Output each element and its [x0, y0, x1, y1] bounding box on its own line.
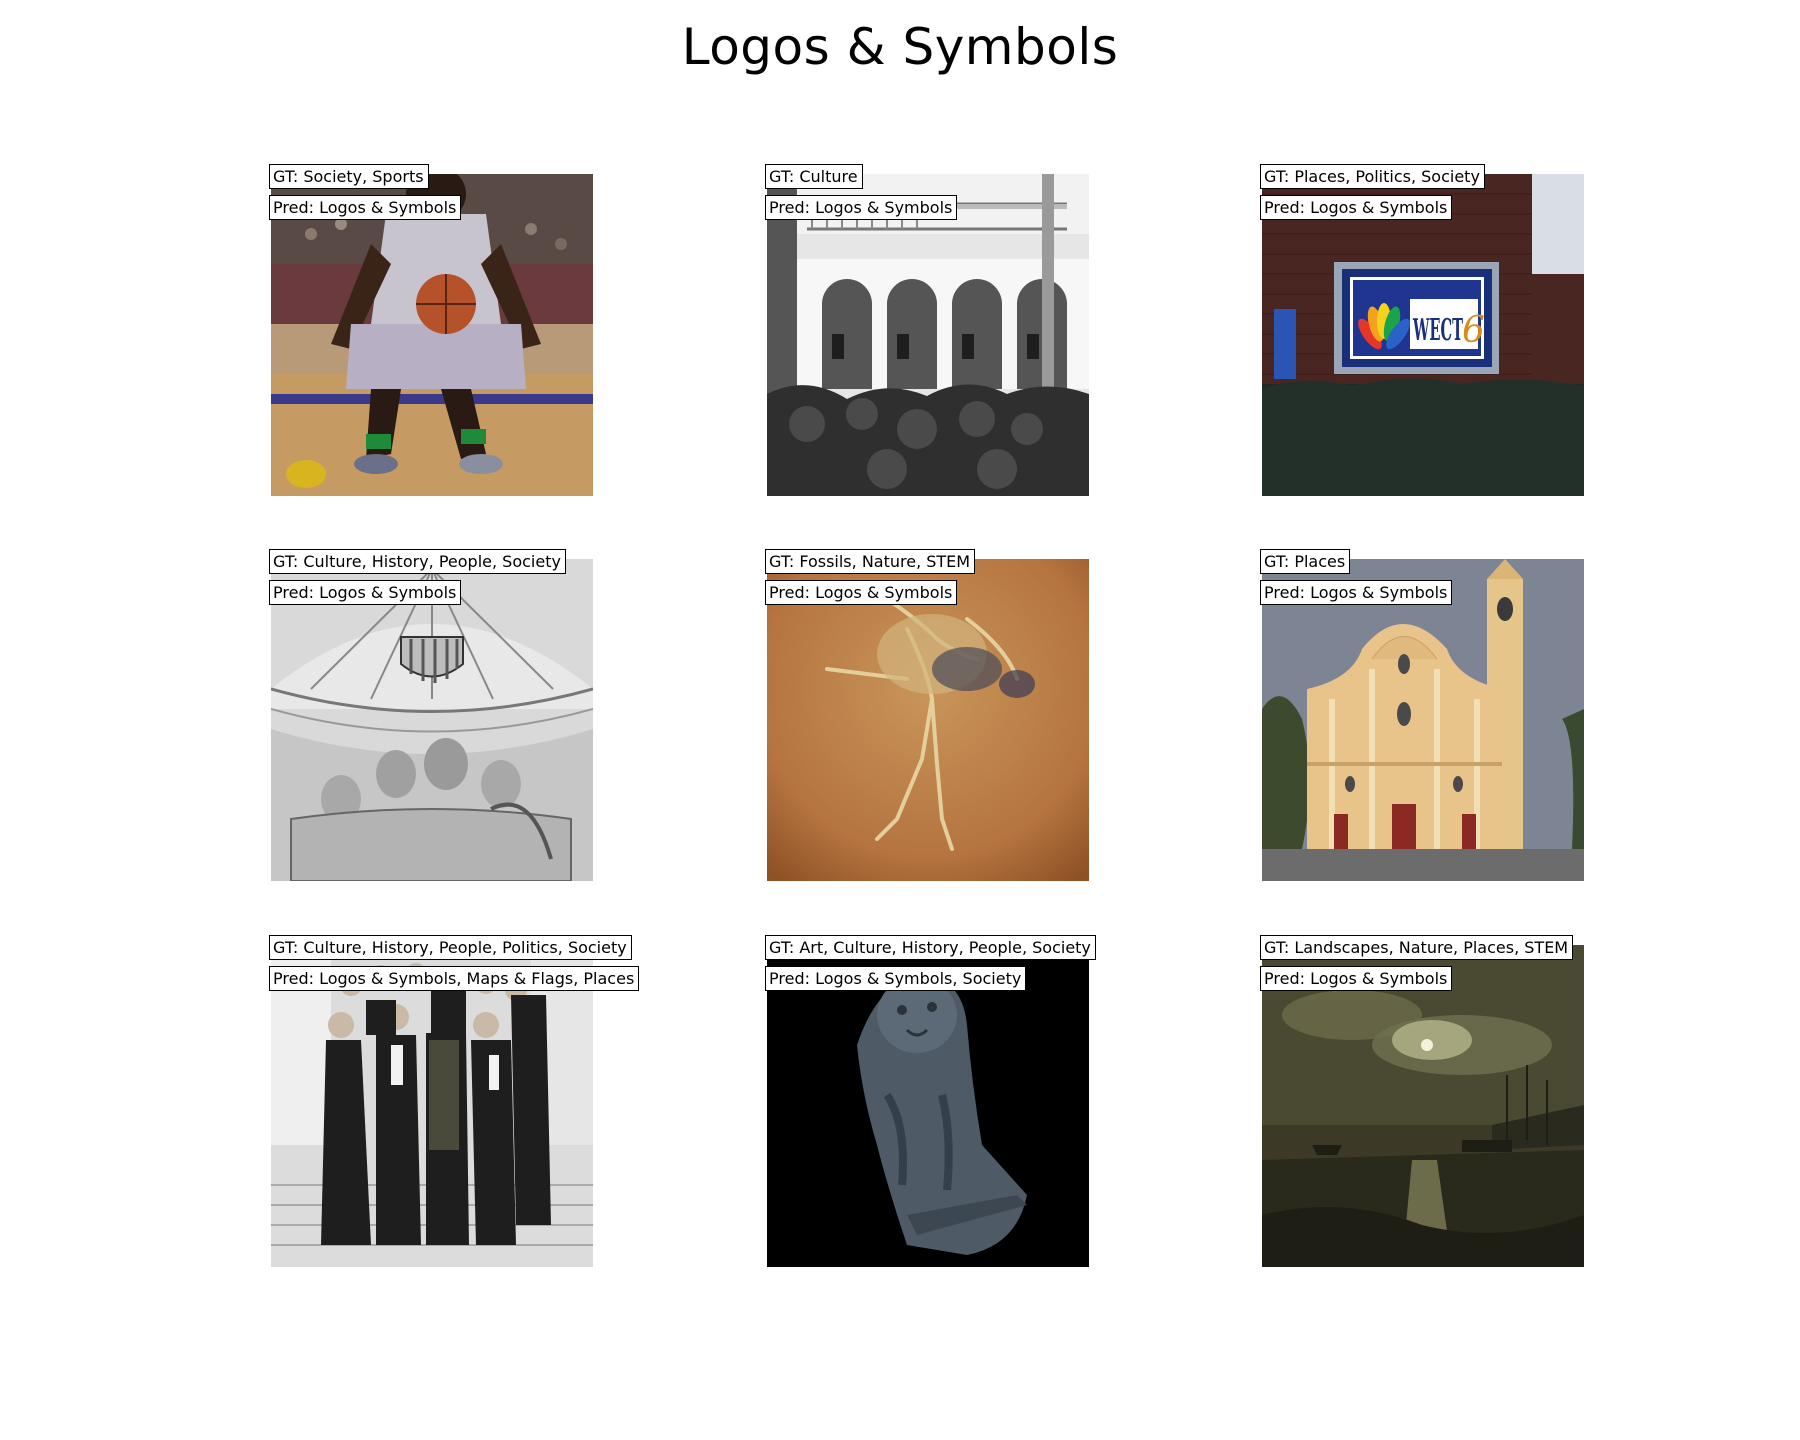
group-photo-image — [271, 945, 593, 1267]
gt-label: GT: Culture — [765, 164, 863, 189]
grid-cell: WECT 6 GT: Places, Politics, Society Pre… — [1260, 164, 1584, 496]
pred-label: Pred: Logos & Symbols — [1260, 195, 1453, 220]
gt-label: GT: Culture, History, People, Politics, … — [269, 935, 632, 960]
gt-label: GT: Art, Culture, History, People, Socie… — [765, 935, 1096, 960]
lion-statuette-image — [767, 945, 1089, 1267]
gt-label: GT: Society, Sports — [269, 164, 429, 189]
grid-cell: GT: Culture, History, People, Politics, … — [269, 935, 640, 1267]
grid-cell: GT: Culture Pred: Logos & Symbols — [765, 164, 1089, 496]
grid-cell: GT: Art, Culture, History, People, Socie… — [765, 935, 1096, 1267]
bird-fossil-image — [767, 559, 1089, 881]
grid-cell: GT: Landscapes, Nature, Places, STEM Pre… — [1260, 935, 1584, 1267]
pred-label: Pred: Logos & Symbols, Maps & Flags, Pla… — [269, 966, 640, 991]
pred-label: Pred: Logos & Symbols — [269, 580, 462, 605]
gt-label: GT: Places, Politics, Society — [1260, 164, 1485, 189]
grid-cell: GT: Society, Sports Pred: Logos & Symbol… — [269, 164, 593, 496]
sign-text: WECT — [1413, 313, 1464, 348]
pred-label: Pred: Logos & Symbols, Society — [765, 966, 1027, 991]
gt-label: GT: Culture, History, People, Society — [269, 549, 566, 574]
basketball-player-image — [271, 174, 593, 496]
gt-label: GT: Places — [1260, 549, 1351, 574]
pred-label: Pred: Logos & Symbols — [765, 580, 958, 605]
pred-label: Pred: Logos & Symbols — [1260, 580, 1453, 605]
moonlit-harbor-painting-image — [1262, 945, 1584, 1267]
tv-station-sign-image: WECT 6 — [1262, 174, 1584, 496]
pred-label: Pred: Logos & Symbols — [269, 195, 462, 220]
arcaded-courtyard-image — [767, 174, 1089, 496]
sign-number: 6 — [1462, 310, 1485, 351]
church-facade-image — [1262, 559, 1584, 881]
pred-label: Pred: Logos & Symbols — [1260, 966, 1453, 991]
gt-label: GT: Landscapes, Nature, Places, STEM — [1260, 935, 1574, 960]
medieval-fresco-image — [271, 559, 593, 881]
grid-cell: GT: Places Pred: Logos & Symbols — [1260, 549, 1584, 881]
figure-title: Logos & Symbols — [681, 18, 1119, 76]
grid-cell: GT: Culture, History, People, Society Pr… — [269, 549, 593, 881]
pred-label: Pred: Logos & Symbols — [765, 195, 958, 220]
grid-cell: GT: Fossils, Nature, STEM Pred: Logos & … — [765, 549, 1089, 881]
gt-label: GT: Fossils, Nature, STEM — [765, 549, 976, 574]
